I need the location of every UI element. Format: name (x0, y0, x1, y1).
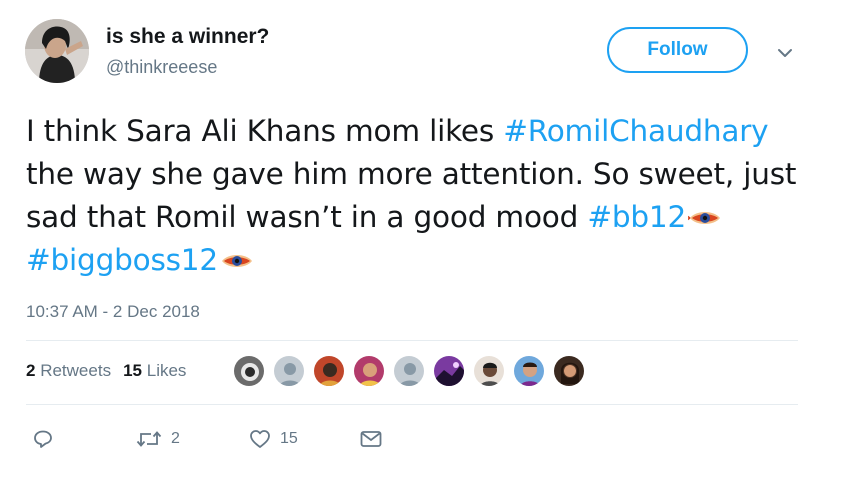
liker-avatar[interactable] (393, 355, 425, 387)
author-handle[interactable]: @thinkreeese (106, 57, 217, 78)
liker-avatar[interactable] (553, 355, 585, 387)
chevron-down-icon[interactable] (776, 44, 794, 62)
liker-avatar[interactable] (473, 355, 505, 387)
likes-label[interactable]: Likes (147, 361, 187, 380)
like-button[interactable]: 15 (249, 427, 298, 451)
hashtag-biggboss12[interactable]: #biggboss12 (26, 243, 218, 277)
liker-avatar[interactable] (313, 355, 345, 387)
direct-message-button[interactable] (360, 427, 382, 451)
envelope-icon (360, 431, 382, 447)
author-display-name[interactable]: is she a winner? (106, 25, 269, 49)
liker-avatar[interactable] (273, 355, 305, 387)
engagement-stats: 2 Retweets 15 Likes (26, 361, 186, 381)
bigg-boss-eye-icon (686, 198, 722, 224)
heart-icon (250, 430, 270, 448)
bigg-boss-eye-icon (220, 241, 254, 267)
divider (26, 340, 798, 341)
avatar[interactable] (25, 19, 89, 83)
hashtag-bb12[interactable]: #bb12 (587, 200, 686, 234)
tweet-timestamp[interactable]: 10:37 AM - 2 Dec 2018 (26, 302, 200, 322)
reply-button[interactable] (33, 427, 53, 451)
retweets-count[interactable]: 2 (26, 361, 35, 380)
like-count: 15 (280, 430, 298, 447)
liker-avatar[interactable] (353, 355, 385, 387)
retweet-button[interactable]: 2 (136, 427, 180, 451)
liker-avatar[interactable] (433, 355, 465, 387)
tweet-text: I think Sara Ali Khans mom likes #RomilC… (26, 110, 816, 282)
divider (26, 404, 798, 405)
retweet-count: 2 (171, 430, 180, 447)
likes-count[interactable]: 15 (123, 361, 142, 380)
tweet-card: is she a winner? @thinkreeese Follow I t… (0, 0, 850, 487)
follow-button[interactable]: Follow (607, 27, 748, 73)
retweets-label[interactable]: Retweets (40, 361, 111, 380)
retweet-icon (136, 431, 162, 447)
reply-icon (34, 430, 52, 448)
tweet-text-segment: I think Sara Ali Khans mom likes (26, 114, 504, 148)
hashtag-romilchaudhary[interactable]: #RomilChaudhary (503, 114, 768, 148)
liker-avatar[interactable] (513, 355, 545, 387)
liker-avatar[interactable] (233, 355, 265, 387)
